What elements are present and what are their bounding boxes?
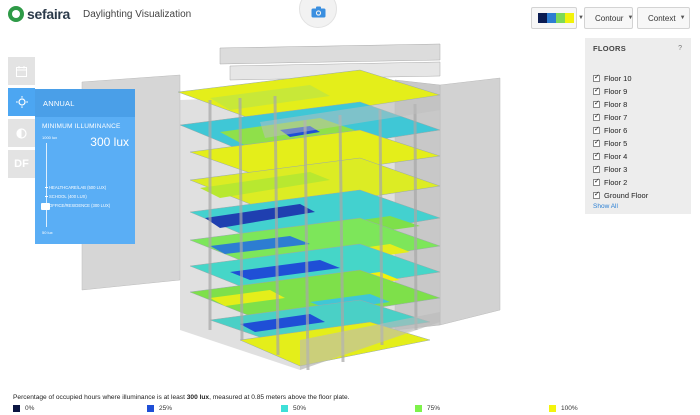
caption-lux-value: 300 lux	[186, 394, 210, 401]
legend-item: 25%	[147, 405, 172, 412]
legend-item: 100%	[549, 405, 578, 412]
floor-label: Floor 8	[604, 100, 628, 109]
contrast-button[interactable]	[8, 119, 35, 147]
contour-dropdown[interactable]: Contour ▼	[584, 7, 633, 29]
color-scheme-dropdown[interactable]: ▼	[531, 7, 584, 29]
floor-item[interactable]: Floor 3	[593, 163, 683, 176]
context-dropdown[interactable]: Context ▼	[637, 7, 690, 29]
color-legend: 0% 25% 50% 75% 100%	[13, 405, 693, 415]
legend-swatch	[549, 405, 556, 412]
floor-item[interactable]: Floor 5	[593, 137, 683, 150]
color-scheme-swatches	[538, 13, 574, 23]
sun-icon	[15, 96, 28, 108]
legend-item: 0%	[13, 405, 34, 412]
min-illuminance-label: MINIMUM ILLUMINANCE	[42, 123, 121, 130]
floor-label: Floor 9	[604, 87, 628, 96]
chevron-down-icon: ▼	[627, 15, 634, 21]
floors-title: FLOORS	[593, 44, 627, 53]
legend-caption: Percentage of occupied hours where illum…	[13, 394, 350, 401]
checkbox-checked-icon[interactable]	[593, 112, 600, 121]
legend-item: 75%	[415, 405, 440, 412]
mark-school[interactable]: SCHOOL (400 LUX)	[45, 194, 87, 199]
floor-item[interactable]: Floor 8	[593, 98, 683, 111]
floor-label: Floor 10	[604, 74, 632, 83]
floor-label: Floor 6	[604, 126, 628, 135]
chevron-down-icon: ▼	[679, 15, 686, 21]
floor-item[interactable]: Floor 6	[593, 124, 683, 137]
camera-icon	[311, 6, 325, 18]
slider-max-label: 1000 lux	[42, 135, 58, 140]
floor-item[interactable]: Floor 10	[593, 72, 683, 85]
legend-swatch	[147, 405, 154, 412]
checkbox-checked-icon[interactable]	[593, 125, 600, 134]
annual-panel: ANNUAL MINIMUM ILLUMINANCE 300 lux 1000 …	[35, 89, 135, 244]
calendar-icon	[16, 65, 27, 77]
mark-office[interactable]: OFFICE/RESIDENCE (300 LUX)	[44, 203, 110, 208]
legend-swatch	[13, 405, 20, 412]
legend-swatch	[415, 405, 422, 412]
annual-button[interactable]	[8, 88, 35, 116]
checkbox-checked-icon[interactable]	[593, 151, 600, 160]
floors-panel: FLOORS ? Floor 10 Floor 9 Floor 8 Floor …	[585, 38, 691, 214]
top-bar: sefaira Daylighting Visualization ▼ Cont…	[0, 0, 700, 32]
floor-item[interactable]: Floor 9	[593, 85, 683, 98]
legend-item: 50%	[281, 405, 306, 412]
app-title: Daylighting Visualization	[83, 9, 192, 20]
floor-list: Floor 10 Floor 9 Floor 8 Floor 7 Floor 6…	[593, 72, 683, 202]
checkbox-checked-icon[interactable]	[593, 86, 600, 95]
floor-item[interactable]: Ground Floor	[593, 189, 683, 202]
floor-label: Ground Floor	[604, 191, 649, 200]
checkbox-checked-icon[interactable]	[593, 73, 600, 82]
mark-healthcare[interactable]: HEALTHCARE/LAB (500 LUX)	[44, 185, 106, 190]
brand-name: sefaira	[27, 6, 71, 22]
illuminance-slider-handle[interactable]	[41, 203, 50, 210]
df-label: DF	[14, 158, 29, 170]
checkbox-checked-icon[interactable]	[593, 164, 600, 173]
logo-icon	[8, 6, 24, 22]
show-all-link[interactable]: Show All	[593, 203, 683, 210]
floor-item[interactable]: Floor 4	[593, 150, 683, 163]
floor-label: Floor 5	[604, 139, 628, 148]
contour-label: Contour	[595, 13, 624, 23]
panel-heading: ANNUAL	[35, 89, 135, 117]
half-circle-icon	[16, 127, 27, 139]
floor-label: Floor 3	[604, 165, 628, 174]
screenshot-button[interactable]	[299, 0, 337, 28]
checkbox-checked-icon[interactable]	[593, 99, 600, 108]
floor-label: Floor 2	[604, 178, 628, 187]
floor-label: Floor 7	[604, 113, 628, 122]
slider-min-label: 50 lux	[42, 230, 53, 235]
checkbox-checked-icon[interactable]	[593, 177, 600, 186]
floor-label: Floor 4	[604, 152, 628, 161]
floor-item[interactable]: Floor 2	[593, 176, 683, 189]
illuminance-slider-track[interactable]	[46, 143, 47, 227]
context-label: Context	[648, 13, 676, 23]
logo: sefaira	[8, 6, 70, 22]
calendar-button[interactable]	[8, 57, 35, 85]
help-icon[interactable]: ?	[678, 45, 682, 52]
min-illuminance-value: 300 lux	[90, 135, 129, 149]
context-building-right	[439, 77, 501, 326]
legend-swatch	[281, 405, 288, 412]
roof-parapet	[219, 43, 441, 65]
checkbox-checked-icon[interactable]	[593, 190, 600, 199]
view-mode-rail: DF	[8, 57, 35, 181]
checkbox-checked-icon[interactable]	[593, 138, 600, 147]
floor-item[interactable]: Floor 7	[593, 111, 683, 124]
daylight-factor-button[interactable]: DF	[8, 150, 35, 178]
